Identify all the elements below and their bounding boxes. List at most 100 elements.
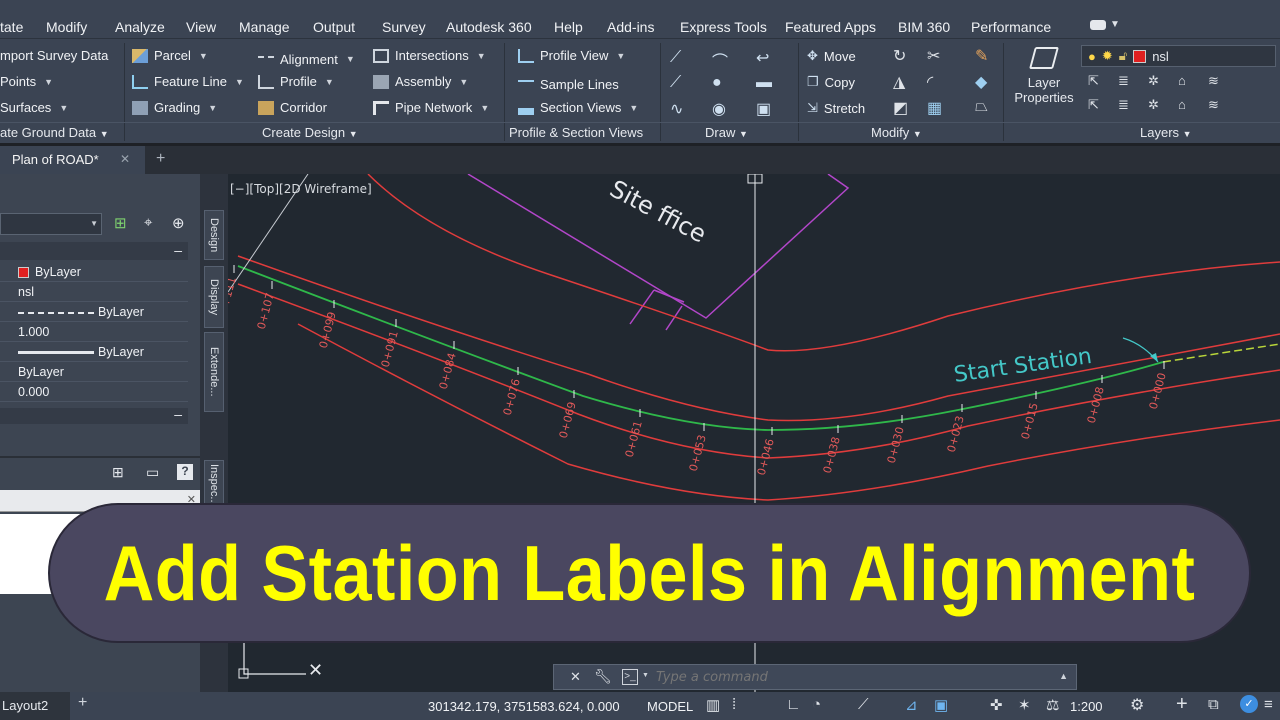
window-icon[interactable]: ▭ (146, 464, 159, 481)
more-tabs-icon[interactable] (1090, 20, 1106, 30)
ortho-icon[interactable]: ∟ (786, 696, 801, 713)
move-button[interactable]: ✥ Move (807, 48, 856, 64)
rotate-icon[interactable]: ↻ (893, 46, 906, 66)
annotation-scale-value[interactable]: 1:200 (1070, 699, 1103, 714)
prop-color[interactable]: ByLayer (0, 262, 188, 282)
layer-off-icon[interactable]: ⇱ (1088, 73, 1099, 89)
layer-merge-icon[interactable]: ✲ (1148, 97, 1159, 113)
customize-icon[interactable]: 🔧︎ (594, 668, 612, 685)
assembly-button[interactable]: Assembly ▼ (373, 74, 468, 89)
layer-unlock-icon[interactable]: ⌂ (1178, 97, 1186, 112)
chevron-down-icon[interactable]: ▼ (642, 672, 649, 679)
fillet-icon[interactable]: ◜ (927, 72, 933, 92)
layer-dropdown[interactable]: ● ✹ 🔓︎ nsl (1081, 45, 1276, 67)
panel-title-layers[interactable]: Layers ▼ (1140, 125, 1192, 140)
help-icon[interactable]: ? (177, 464, 193, 480)
erase-icon[interactable]: ✎ (975, 46, 988, 66)
annotation-visibility-icon[interactable]: ✜ (990, 696, 1003, 714)
command-input[interactable] (656, 667, 1036, 687)
menu-item-help[interactable]: Help (554, 19, 583, 35)
layer-walk-icon[interactable]: ≣ (1118, 97, 1129, 113)
hatch-icon[interactable]: ▣ (756, 99, 771, 119)
menu-item-express-tools[interactable]: Express Tools (680, 19, 767, 35)
menu-item-bim360[interactable]: BIM 360 (898, 19, 950, 35)
menu-item-addins[interactable]: Add-ins (607, 19, 654, 35)
offset-icon[interactable]: ⏢ (975, 98, 988, 116)
menu-item-featured-apps[interactable]: Featured Apps (785, 19, 876, 35)
close-icon[interactable]: ✕ (570, 669, 581, 685)
menu-item-autodesk360[interactable]: Autodesk 360 (446, 19, 532, 35)
layer-isolate-icon[interactable]: ≣ (1118, 73, 1129, 89)
autoscale-icon[interactable]: ✶ (1018, 696, 1031, 714)
corridor-button[interactable]: Corridor (258, 100, 327, 115)
layer-freeze-icon[interactable]: ✲ (1148, 73, 1159, 89)
layer-current-icon[interactable]: ⇱ (1088, 97, 1099, 113)
profile-view-button[interactable]: Profile View ▼ (518, 48, 625, 63)
points-button[interactable]: Points ▼ (0, 74, 53, 89)
polyline-icon[interactable]: ↩ (756, 48, 769, 68)
prop-linetype-scale[interactable]: 1.000 (0, 322, 188, 342)
menu-item-analyze[interactable]: Analyze (115, 19, 165, 35)
layer-match-icon[interactable]: ≋ (1208, 73, 1219, 89)
isolate-objects-icon[interactable]: ⧉ (1208, 696, 1219, 713)
stretch-button[interactable]: ⇲ Stretch (807, 100, 865, 116)
tab-design[interactable]: Design (204, 210, 224, 260)
menu-item-manage[interactable]: Manage (239, 19, 290, 35)
tab-layout2[interactable]: Layout2 (0, 692, 70, 720)
hardware-acceleration-icon[interactable]: ✓ (1240, 695, 1258, 713)
snap-icon[interactable]: ⁞ (732, 696, 736, 713)
chevron-down-icon[interactable]: ▼ (1110, 19, 1120, 30)
construction-line-icon[interactable]: ⟋ (670, 74, 681, 92)
general-section-header[interactable]: – (0, 242, 188, 260)
ellipse-icon[interactable]: ◉ (712, 99, 726, 119)
prop-lineweight[interactable]: ByLayer (0, 342, 188, 362)
tab-display[interactable]: Display (204, 266, 224, 328)
chevron-up-icon[interactable]: ▲ (1059, 671, 1068, 681)
object-type-select[interactable]: ▼ (0, 213, 102, 235)
quick-select-icon[interactable]: ⊞ (114, 214, 127, 232)
surfaces-button[interactable]: Surfaces ▼ (0, 100, 68, 115)
trim-icon[interactable]: ✂ (927, 46, 940, 66)
array-icon[interactable]: ▦ (927, 98, 942, 118)
parcel-button[interactable]: Parcel ▼ (132, 48, 208, 63)
section-views-button[interactable]: Section Views ▼ (518, 100, 638, 115)
profile-button[interactable]: Profile ▼ (258, 74, 334, 89)
grading-button[interactable]: Grading ▼ (132, 100, 217, 115)
polar-icon[interactable]: ◔ (812, 696, 821, 713)
mirror-icon[interactable]: ◮ (893, 72, 905, 92)
model-space-button[interactable]: MODEL (647, 699, 693, 714)
panel-title-draw[interactable]: Draw ▼ (705, 125, 748, 140)
arc-icon[interactable]: ⌒ (712, 48, 728, 72)
layer-delete-icon[interactable]: ≋ (1208, 97, 1219, 113)
prop-thickness[interactable]: 0.000 (0, 382, 188, 402)
rectangle-icon[interactable]: ▬ (756, 74, 772, 92)
viewport-controls-label[interactable]: [−][Top][2D Wireframe] (230, 182, 372, 196)
feature-line-button[interactable]: Feature Line ▼ (132, 74, 244, 89)
select-objects-icon[interactable]: ⌖ (144, 214, 152, 231)
close-icon[interactable]: ✕ (120, 152, 130, 166)
gear-icon[interactable]: ⚙︎ (1130, 695, 1144, 715)
3d-section-header[interactable]: – (0, 406, 188, 424)
prop-transparency[interactable]: ByLayer (0, 362, 188, 382)
panel-title-ground[interactable]: ate Ground Data ▼ (0, 125, 109, 140)
sample-lines-button[interactable]: Sample Lines (518, 74, 619, 94)
add-tab-icon[interactable]: + (156, 150, 165, 168)
lineweight-icon[interactable]: ⊿ (905, 696, 918, 714)
panel-title-profile-views[interactable]: Profile & Section Views (509, 125, 643, 140)
panel-title-modify[interactable]: Modify ▼ (871, 125, 922, 140)
spline-icon[interactable]: ∿ (670, 99, 683, 119)
menu-item-performance[interactable]: Performance (971, 19, 1051, 35)
tab-extended[interactable]: Extende... (204, 332, 224, 412)
customization-icon[interactable]: ≡ (1264, 696, 1273, 713)
annotation-scale-icon[interactable]: ⚖︎ (1046, 696, 1059, 714)
menu-item-view[interactable]: View (186, 19, 216, 35)
layer-lock-icon[interactable]: ⌂ (1178, 73, 1186, 88)
prop-layer[interactable]: nsl (0, 282, 188, 302)
table-icon[interactable]: ⊞ (112, 464, 124, 481)
pickadd-icon[interactable]: ⊕ (172, 214, 185, 232)
menu-item-modify[interactable]: Modify (46, 19, 87, 35)
scale-icon[interactable]: ◩ (893, 98, 908, 118)
copy-button[interactable]: ❐ Copy (807, 74, 855, 90)
intersections-button[interactable]: Intersections ▼ (373, 48, 486, 63)
prop-linetype[interactable]: ByLayer (0, 302, 188, 322)
